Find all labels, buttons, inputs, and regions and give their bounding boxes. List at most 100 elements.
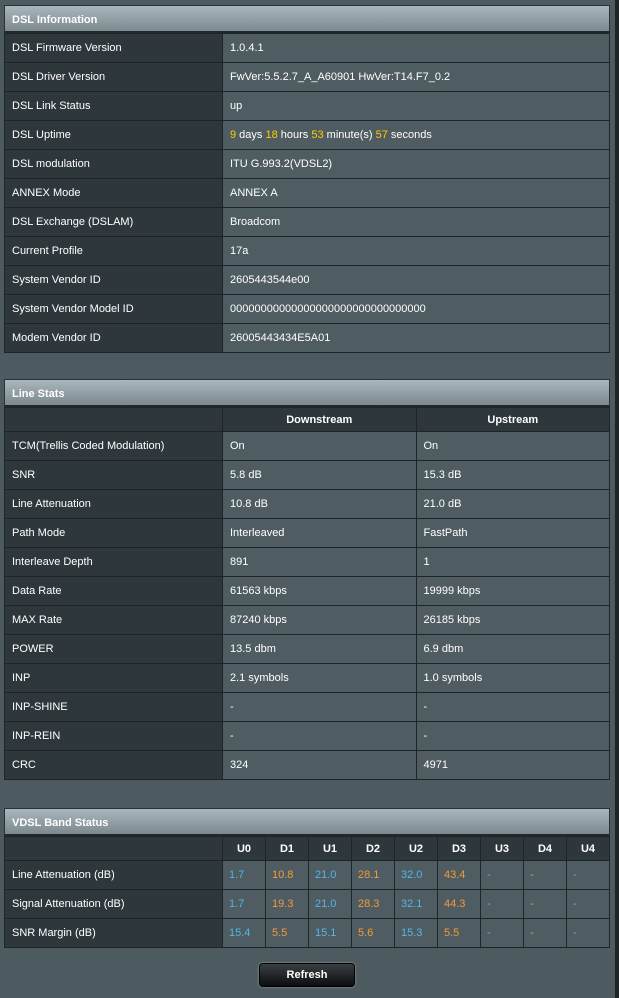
row-label: Current Profile (4, 236, 223, 266)
row-label: INP-SHINE (4, 692, 223, 722)
row-value: 00000000000000000000000000000000 (222, 294, 610, 324)
downstream-value: 324 (222, 750, 417, 780)
row-value: FwVer:5.5.2.7_A_A60901 HwVer:T14.F7_0.2 (222, 62, 610, 92)
upstream-value: 1.0 symbols (415, 663, 610, 693)
table-row: MAX Rate 87240 kbps 26185 kbps (4, 605, 610, 635)
band-value-u4: - (566, 889, 610, 919)
band-value-u2: 32.1 (394, 889, 438, 919)
table-row: TCM(Trellis Coded Modulation) On On (4, 431, 610, 461)
dsl-information-header: DSL Information (4, 5, 610, 33)
band-header-d2: D2 (351, 836, 395, 861)
band-header-u2: U2 (394, 836, 438, 861)
dsl-information-section: DSL Information DSL Firmware Version 1.0.… (4, 5, 610, 353)
uptime-seconds: 57 (375, 129, 388, 141)
uptime-hours: 18 (265, 129, 278, 141)
upstream-value: - (415, 692, 610, 722)
table-row: INP-SHINE - - (4, 692, 610, 722)
row-label: Interleave Depth (4, 547, 223, 577)
row-value: ANNEX A (222, 178, 610, 208)
row-value: Broadcom (222, 207, 610, 237)
vdsl-band-status-table: U0 D1 U1 D2 U2 D3 U3 D4 U4 Line Attenuation (dB)… (4, 836, 610, 948)
downstream-value: 10.8 dB (222, 489, 417, 519)
row-label: SNR Margin (dB) (4, 918, 223, 948)
header-upstream: Upstream (415, 407, 610, 432)
upstream-value: 19999 kbps (415, 576, 610, 606)
band-value-d2: 5.6 (351, 918, 395, 948)
band-value-u3: - (480, 860, 524, 890)
table-row: Current Profile 17a (4, 236, 610, 266)
window-edge (615, 0, 619, 998)
row-label: DSL Link Status (4, 91, 223, 121)
upstream-value: - (415, 721, 610, 751)
band-value-u0: 15.4 (222, 918, 266, 948)
refresh-button[interactable]: Refresh (259, 963, 355, 987)
downstream-value: 891 (222, 547, 417, 577)
table-row: Line Attenuation 10.8 dB 21.0 dB (4, 489, 610, 519)
uptime-minutes-unit: minute(s) (323, 129, 376, 141)
table-row: System Vendor Model ID 000000000000000000… (4, 294, 610, 324)
row-label: Path Mode (4, 518, 223, 548)
upstream-value: 6.9 dbm (415, 634, 610, 664)
band-header-d3: D3 (437, 836, 481, 861)
table-row: Interleave Depth 891 1 (4, 547, 610, 577)
band-value-u3: - (480, 889, 524, 919)
band-value-d4: - (523, 918, 567, 948)
band-value-u1: 21.0 (308, 889, 352, 919)
row-label: DSL modulation (4, 149, 223, 179)
row-label: Line Attenuation (4, 489, 223, 519)
uptime-minutes: 53 (311, 129, 324, 141)
row-label: ANNEX Mode (4, 178, 223, 208)
table-row: DSL Firmware Version 1.0.4.1 (4, 33, 610, 63)
downstream-value: - (222, 692, 417, 722)
downstream-value: On (222, 431, 417, 461)
line-stats-header: Line Stats (4, 379, 610, 407)
table-row: Signal Attenuation (dB) 1.7 19.3 21.0 28.3 32… (4, 889, 610, 919)
table-row: DSL Uptime 9 days 18 hours 53 minute(s) … (4, 120, 610, 150)
band-value-d1: 5.5 (265, 918, 309, 948)
table-row: DSL modulation ITU G.993.2(VDSL2) (4, 149, 610, 179)
band-header-u4: U4 (566, 836, 610, 861)
band-value-u4: - (566, 860, 610, 890)
table-row: Modem Vendor ID 26005443434E5A01 (4, 323, 610, 353)
table-row: SNR 5.8 dB 15.3 dB (4, 460, 610, 490)
table-row: Data Rate 61563 kbps 19999 kbps (4, 576, 610, 606)
row-value: up (222, 91, 610, 121)
band-header-d4: D4 (523, 836, 567, 861)
row-label: System Vendor ID (4, 265, 223, 295)
band-value-u1: 21.0 (308, 860, 352, 890)
downstream-value: - (222, 721, 417, 751)
table-row: Line Attenuation (dB) 1.7 10.8 21.0 28.1 32.0… (4, 860, 610, 890)
table-row: DSL Link Status up (4, 91, 610, 121)
band-header-u0: U0 (222, 836, 266, 861)
row-label: DSL Driver Version (4, 62, 223, 92)
downstream-value: 2.1 symbols (222, 663, 417, 693)
band-value-d3: 5.5 (437, 918, 481, 948)
upstream-value: FastPath (415, 518, 610, 548)
upstream-value: 15.3 dB (415, 460, 610, 490)
band-value-u2: 32.0 (394, 860, 438, 890)
band-value-d3: 43.4 (437, 860, 481, 890)
line-stats-section: Line Stats Downstream Upstream TCM(Trell… (4, 379, 610, 780)
line-stats-table: Downstream Upstream TCM(Trellis Coded Mo… (4, 407, 610, 780)
upstream-value: 26185 kbps (415, 605, 610, 635)
header-blank (4, 407, 223, 432)
table-header-row: U0 D1 U1 D2 U2 D3 U3 D4 U4 (4, 836, 610, 861)
row-label: System Vendor Model ID (4, 294, 223, 324)
row-label: DSL Exchange (DSLAM) (4, 207, 223, 237)
band-value-u1: 15.1 (308, 918, 352, 948)
vdsl-band-status-header: VDSL Band Status (4, 808, 610, 836)
band-value-d3: 44.3 (437, 889, 481, 919)
downstream-value: Interleaved (222, 518, 417, 548)
uptime-days-unit: days (236, 129, 266, 141)
downstream-value: 61563 kbps (222, 576, 417, 606)
row-label: INP (4, 663, 223, 693)
downstream-value: 87240 kbps (222, 605, 417, 635)
uptime-seconds-unit: seconds (387, 129, 432, 141)
band-value-d1: 19.3 (265, 889, 309, 919)
upstream-value: On (415, 431, 610, 461)
row-value: 1.0.4.1 (222, 33, 610, 63)
upstream-value: 1 (415, 547, 610, 577)
row-label: DSL Uptime (4, 120, 223, 150)
row-label: DSL Firmware Version (4, 33, 223, 63)
upstream-value: 21.0 dB (415, 489, 610, 519)
